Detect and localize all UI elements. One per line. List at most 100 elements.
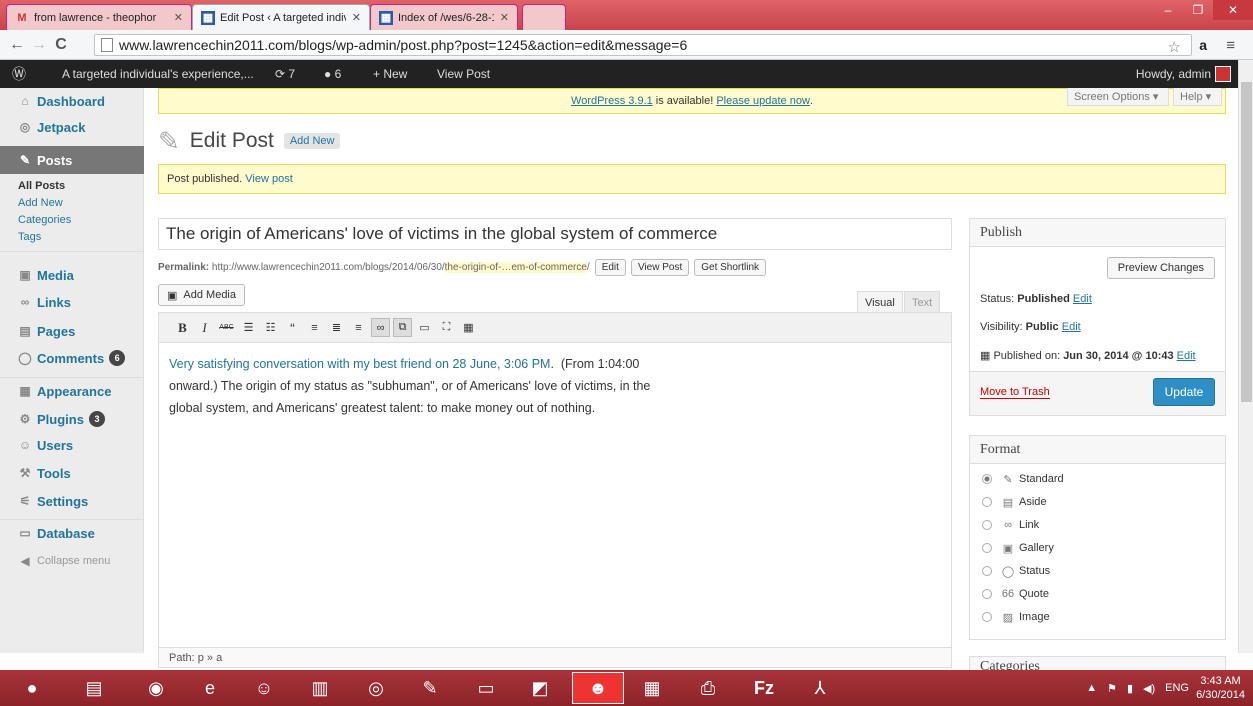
- avatar[interactable]: [1215, 66, 1231, 82]
- sidebar-item-tools[interactable]: ⚒ Tools: [0, 460, 144, 486]
- sidebar-item-pages[interactable]: ▤ Pages: [0, 318, 144, 344]
- language-indicator[interactable]: ENG: [1165, 682, 1189, 694]
- sidebar-item-appearance[interactable]: ▦ Appearance: [0, 378, 144, 404]
- edit-date-link[interactable]: Edit: [1177, 350, 1196, 362]
- menu-icon[interactable]: ≡: [1226, 37, 1235, 54]
- people-icon[interactable]: ☺: [238, 672, 290, 704]
- bullet-list-icon[interactable]: ☰: [239, 318, 258, 337]
- format-gallery[interactable]: ▣ Gallery: [982, 539, 1054, 557]
- radio[interactable]: [982, 474, 992, 484]
- sidebar-item-settings[interactable]: ⚟ Settings: [0, 488, 144, 514]
- screen-options-button[interactable]: Screen Options ▾: [1067, 88, 1169, 106]
- post-title-input[interactable]: The origin of Americans' love of victims…: [158, 218, 952, 250]
- media-player-icon[interactable]: ◎: [350, 672, 402, 704]
- align-right-icon[interactable]: ≡: [349, 318, 368, 337]
- wordpress-logo-icon[interactable]: Ⓦ: [12, 60, 26, 88]
- add-media-button[interactable]: ▣ Add Media: [158, 284, 245, 306]
- sidebar-item-users[interactable]: ☺ Users: [0, 432, 144, 458]
- flag-icon[interactable]: ⚑: [1107, 682, 1117, 695]
- remote-desktop-icon[interactable]: ▭: [460, 672, 512, 704]
- tab-text[interactable]: Text: [904, 291, 941, 313]
- edit-visibility-link[interactable]: Edit: [1062, 321, 1081, 333]
- strikethrough-icon[interactable]: ABC: [217, 318, 236, 337]
- tray-arrow-icon[interactable]: ▲: [1086, 682, 1097, 694]
- format-quote[interactable]: 66 Quote: [982, 585, 1049, 603]
- file-explorer-icon[interactable]: ▤: [68, 672, 120, 704]
- edit-status-link[interactable]: Edit: [1073, 293, 1092, 305]
- radio[interactable]: [982, 589, 992, 599]
- format-link[interactable]: ∞ Link: [982, 516, 1039, 534]
- sidebar-item-plugins[interactable]: ⚙ Plugins 3: [0, 406, 144, 432]
- preview-changes-button[interactable]: Preview Changes: [1106, 257, 1215, 279]
- page-scrollbar[interactable]: [1238, 60, 1253, 653]
- bold-icon[interactable]: B: [173, 318, 192, 337]
- updates-link[interactable]: ⟳ 7: [275, 60, 295, 88]
- radio[interactable]: [982, 566, 992, 576]
- sidebar-item-jetpack[interactable]: ◎ Jetpack: [0, 114, 144, 140]
- sidebar-item-links[interactable]: ∞ Links: [0, 289, 144, 315]
- sidebar-item-database[interactable]: ▭ Database: [0, 520, 144, 546]
- dictionary-icon[interactable]: ▥: [294, 672, 346, 704]
- view-post-link[interactable]: View Post: [437, 60, 490, 88]
- new-tab-button[interactable]: [522, 4, 566, 30]
- align-center-icon[interactable]: ≣: [327, 318, 346, 337]
- content-link[interactable]: Very satisfying conversation with my bes…: [169, 357, 550, 371]
- help-button[interactable]: Help ▾: [1173, 88, 1222, 106]
- format-image[interactable]: ▨ Image: [982, 608, 1050, 626]
- forward-icon[interactable]: →: [28, 36, 50, 54]
- tab-visual[interactable]: Visual: [857, 291, 903, 313]
- close-tab-icon[interactable]: ✕: [174, 11, 183, 24]
- new-content-link[interactable]: + New: [373, 60, 407, 88]
- paint-icon[interactable]: ✎: [404, 672, 456, 704]
- edit-permalink-button[interactable]: Edit: [594, 258, 626, 276]
- sidebar-sub-tags[interactable]: Tags: [18, 231, 41, 243]
- view-post-link[interactable]: View post: [245, 173, 293, 185]
- unlink-icon[interactable]: ⧉: [393, 318, 412, 337]
- sidebar-sub-all-posts[interactable]: All Posts: [18, 180, 65, 192]
- wordpress-version-link[interactable]: WordPress 3.9.1: [571, 95, 653, 107]
- bookmark-star-icon[interactable]: ☆: [1168, 38, 1181, 56]
- start-button-icon[interactable]: ●: [6, 672, 58, 704]
- get-shortlink-button[interactable]: Get Shortlink: [694, 258, 767, 276]
- italic-icon[interactable]: I: [195, 318, 214, 337]
- format-aside[interactable]: ▤ Aside: [982, 493, 1047, 511]
- close-tab-icon[interactable]: ✕: [352, 11, 361, 24]
- move-to-trash-link[interactable]: Move to Trash: [980, 386, 1050, 399]
- read-more-icon[interactable]: ▭: [415, 318, 434, 337]
- sidebar-item-comments[interactable]: ◯ Comments 6: [0, 345, 144, 371]
- notes-icon[interactable]: ◩: [514, 672, 566, 704]
- update-button[interactable]: Update: [1153, 378, 1215, 406]
- scrollbar-thumb[interactable]: [1241, 82, 1252, 402]
- fullscreen-icon[interactable]: ⛶: [437, 318, 456, 337]
- add-new-button[interactable]: Add New: [283, 133, 341, 149]
- speaker-icon[interactable]: ◀): [1143, 682, 1155, 695]
- taskbar-clock[interactable]: 3:43 AM 6/30/2014: [1196, 674, 1245, 702]
- sidebar-item-media[interactable]: ▣ Media: [0, 262, 144, 288]
- browser-tab-edit-post[interactable]: ▦ Edit Post ‹ A targeted indiv ✕: [192, 4, 370, 30]
- back-icon[interactable]: ←: [6, 36, 28, 54]
- close-window-icon[interactable]: ✕: [1213, 0, 1253, 20]
- radio[interactable]: [982, 543, 992, 553]
- view-post-button[interactable]: View Post: [630, 258, 690, 276]
- sidebar-sub-add-new[interactable]: Add New: [18, 197, 63, 209]
- amazon-extension-icon[interactable]: a: [1199, 37, 1207, 53]
- radio[interactable]: [982, 497, 992, 507]
- account-link[interactable]: Howdy, admin: [1136, 60, 1211, 88]
- kitchen-sink-icon[interactable]: ▦: [459, 318, 478, 337]
- sidebar-item-dashboard[interactable]: ⌂ Dashboard: [0, 88, 144, 114]
- insert-link-icon[interactable]: ∞: [371, 318, 390, 337]
- internet-explorer-icon[interactable]: e: [184, 672, 236, 704]
- chrome-active-icon[interactable]: ☻: [572, 672, 624, 704]
- site-name-link[interactable]: A targeted individual's experience,...: [62, 60, 254, 88]
- format-standard[interactable]: ✎ Standard: [982, 470, 1064, 488]
- network-icon[interactable]: ▮: [1127, 682, 1133, 695]
- sidebar-sub-categories[interactable]: Categories: [18, 214, 71, 226]
- radio[interactable]: [982, 612, 992, 622]
- numbered-list-icon[interactable]: ☷: [261, 318, 280, 337]
- close-tab-icon[interactable]: ✕: [500, 11, 509, 24]
- editor-content[interactable]: Very satisfying conversation with my bes…: [169, 353, 729, 419]
- reload-icon[interactable]: C: [50, 36, 72, 54]
- browser-tab-index[interactable]: ▦ Index of /wes/6-28-14 ✕: [370, 4, 518, 30]
- firefox-icon[interactable]: ◉: [130, 672, 182, 704]
- please-update-link[interactable]: Please update now: [716, 95, 810, 107]
